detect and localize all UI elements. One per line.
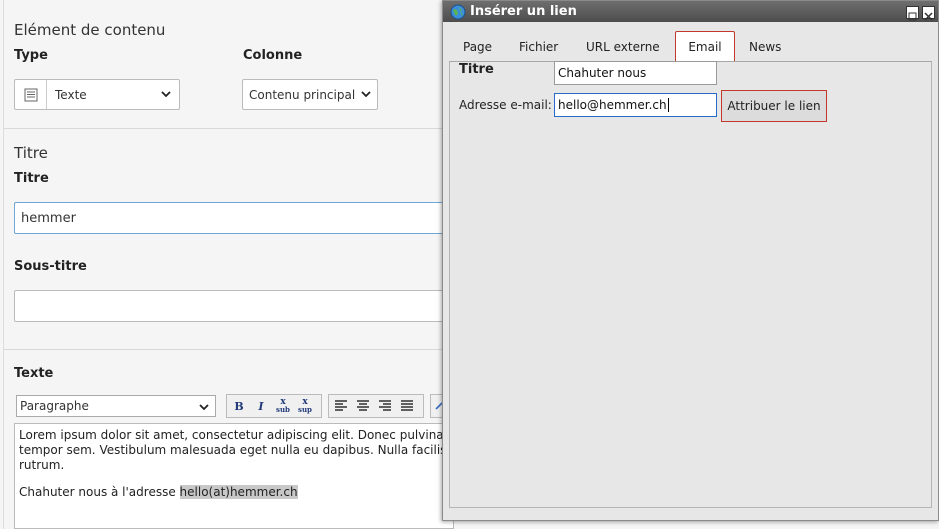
subtitle-label: Sous-titre: [14, 259, 87, 274]
subscript-button[interactable]: x sub: [273, 396, 293, 416]
align-center-icon[interactable]: [353, 396, 373, 416]
editor-line: Lorem ipsum dolor sit amet, consectetur …: [19, 428, 449, 442]
align-right-icon[interactable]: [375, 396, 395, 416]
link-title-label: Titre: [459, 62, 494, 77]
text-caret: [667, 98, 669, 112]
bold-button[interactable]: B: [229, 396, 249, 416]
tab-fichier[interactable]: Fichier: [511, 31, 566, 62]
editor-line: rutrum.: [19, 458, 65, 472]
type-select[interactable]: Texte: [14, 79, 180, 110]
email-tab-panel: [449, 62, 932, 508]
tab-url-externe[interactable]: URL externe: [578, 31, 668, 62]
email-input-value: hello@hemmer.ch: [558, 98, 667, 112]
chevron-down-icon: [199, 404, 209, 411]
title-section-heading: Titre: [14, 144, 48, 162]
email-input[interactable]: hello@hemmer.ch: [554, 93, 717, 117]
editor-line: tempor sem. Vestibulum malesuada eget nu…: [19, 443, 454, 457]
column-select[interactable]: Contenu principal: [242, 79, 378, 110]
minimize-button[interactable]: [906, 6, 919, 21]
section-divider: [3, 128, 453, 129]
dialog-title: Insérer un lien: [470, 4, 577, 19]
subscript-caption: sub: [276, 405, 290, 414]
tab-email[interactable]: Email: [675, 31, 735, 62]
tab-page[interactable]: Page: [455, 31, 500, 62]
superscript-button[interactable]: x sup: [295, 396, 315, 416]
type-label: Type: [14, 48, 48, 63]
link-sentence-text: Chahuter nous à l'adresse: [19, 485, 180, 499]
superscript-caption: sup: [298, 405, 312, 414]
link-title-input[interactable]: Chahuter nous: [554, 61, 717, 85]
editor-paragraph: Chahuter nous à l'adresse hello(at)hemme…: [19, 485, 449, 500]
dialog-tabs: Page Fichier URL externe Email News: [443, 22, 938, 62]
content-element-heading: Elément de contenu: [14, 21, 166, 39]
align-toolbar-group: [328, 394, 424, 418]
chevron-down-icon: [361, 91, 371, 98]
rich-text-editor[interactable]: Lorem ipsum dolor sit amet, consectetur …: [14, 423, 454, 529]
subtitle-input[interactable]: [14, 290, 454, 322]
title-label: Titre: [14, 171, 49, 186]
italic-button[interactable]: I: [251, 396, 271, 416]
column-select-value: Contenu principal: [249, 87, 356, 102]
editor-paragraph: Lorem ipsum dolor sit amet, consectetur …: [19, 428, 453, 473]
form-left-border: [3, 0, 4, 529]
format-toolbar-group: B I x sub x sup: [226, 394, 322, 418]
assign-link-button[interactable]: Attribuer le lien: [721, 90, 827, 122]
tab-news[interactable]: News: [741, 31, 789, 62]
dialog-title-bar[interactable]: Insérer un lien: [443, 1, 938, 22]
align-justify-icon[interactable]: [397, 396, 417, 416]
title-input[interactable]: hemmer: [14, 202, 454, 234]
globe-icon: [450, 4, 466, 19]
selected-link-text: hello(at)hemmer.ch: [179, 485, 298, 499]
text-type-icon: [15, 80, 47, 109]
section-divider: [3, 349, 453, 350]
chevron-down-icon: [161, 91, 171, 98]
close-button[interactable]: [922, 6, 935, 21]
align-left-icon[interactable]: [331, 396, 351, 416]
paragraph-format-value: Paragraphe: [20, 399, 89, 413]
close-icon: [924, 12, 933, 21]
column-label: Colonne: [243, 48, 303, 63]
minimize-icon: [908, 12, 917, 21]
email-label: Adresse e-mail:: [459, 98, 552, 112]
text-label: Texte: [14, 366, 54, 381]
type-select-value: Texte: [55, 87, 87, 102]
paragraph-format-select[interactable]: Paragraphe: [16, 395, 216, 417]
